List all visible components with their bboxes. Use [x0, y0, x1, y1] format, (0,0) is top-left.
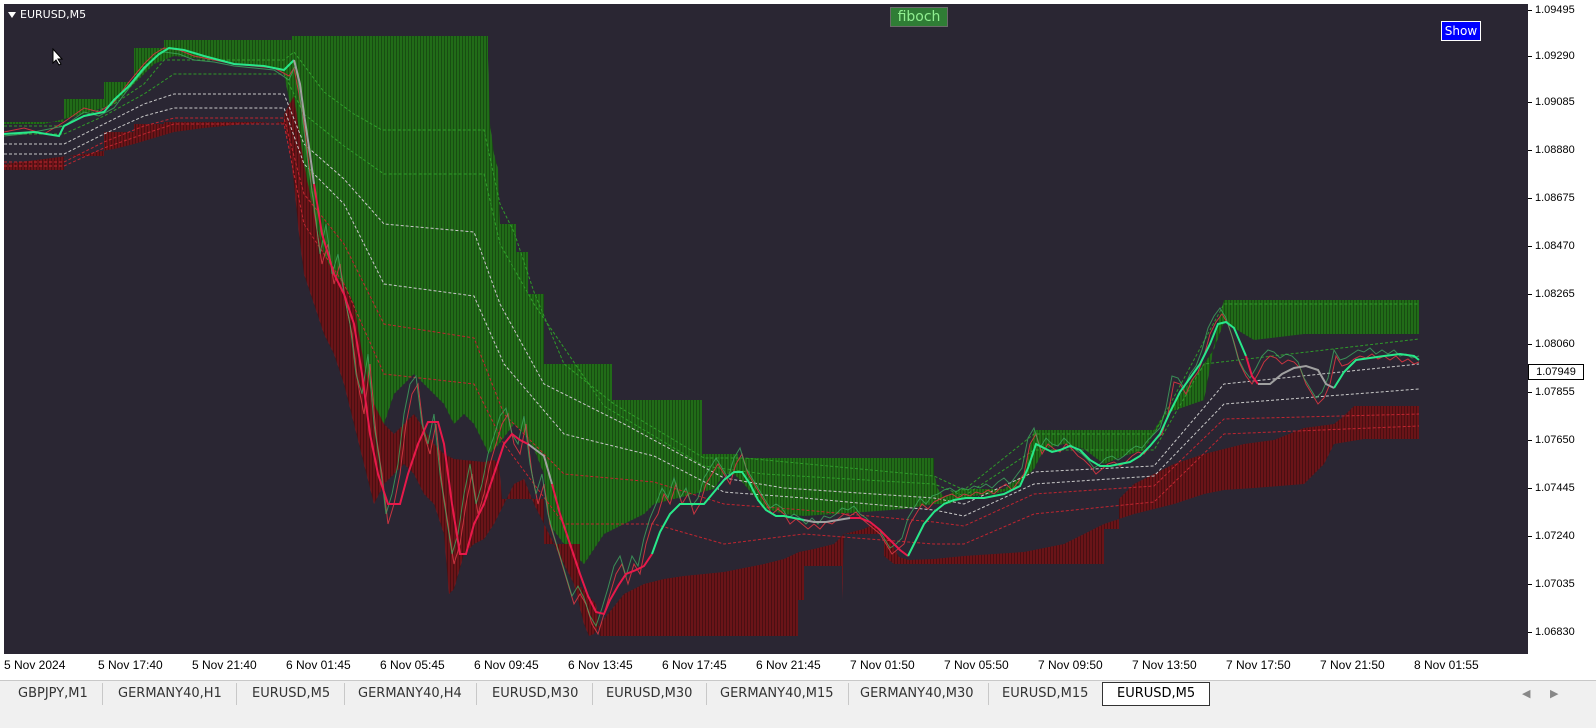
- indicator-label-fiboch: fiboch: [890, 7, 948, 27]
- price-tick: 1.07035: [1528, 578, 1575, 590]
- price-axis[interactable]: 1.09495 1.09290 1.09085 1.08880 1.08675 …: [1528, 4, 1596, 672]
- chart-tab-bar: GBPJPY,M1 GERMANY40,H1 EURUSD,M5 GERMANY…: [0, 680, 1596, 707]
- chevron-down-icon[interactable]: [8, 11, 16, 18]
- time-tick: 7 Nov 01:50: [850, 658, 915, 672]
- time-tick: 5 Nov 17:40: [98, 658, 163, 672]
- chart-tab[interactable]: GERMANY40,M30: [846, 683, 989, 705]
- chart-tab-active[interactable]: EURUSD,M5: [1102, 682, 1211, 706]
- price-tick: 1.08470: [1528, 240, 1575, 252]
- price-tick: 1.09290: [1528, 50, 1575, 62]
- price-chart-area[interactable]: EURUSD,M5 fiboch Show: [4, 4, 1528, 672]
- time-tick: 5 Nov 21:40: [192, 658, 257, 672]
- current-price-label: 1.07949: [1528, 364, 1584, 380]
- time-tick: 7 Nov 17:50: [1226, 658, 1291, 672]
- price-tick: 1.08060: [1528, 338, 1575, 350]
- time-tick: 7 Nov 21:50: [1320, 658, 1385, 672]
- price-tick: 1.07445: [1528, 482, 1575, 494]
- price-tick: 1.09495: [1528, 4, 1575, 16]
- time-tick: 6 Nov 17:45: [662, 658, 727, 672]
- time-tick: 6 Nov 09:45: [474, 658, 539, 672]
- symbol-text: EURUSD,M5: [20, 8, 87, 21]
- time-tick: 6 Nov 13:45: [568, 658, 633, 672]
- price-tick: 1.06830: [1528, 626, 1575, 638]
- chart-tab[interactable]: GBPJPY,M1: [4, 683, 103, 705]
- chart-window[interactable]: EURUSD,M5 fiboch Show 1.09495 1.09290 1.…: [0, 0, 1596, 682]
- price-tick: 1.09085: [1528, 96, 1575, 108]
- chart-tab[interactable]: EURUSD,M15: [988, 683, 1104, 705]
- tab-scroll-right-icon[interactable]: ▶: [1550, 687, 1558, 700]
- time-tick: 7 Nov 13:50: [1132, 658, 1197, 672]
- price-tick: 1.08880: [1528, 144, 1575, 156]
- chart-symbol-label[interactable]: EURUSD,M5: [8, 8, 86, 21]
- chart-tab[interactable]: GERMANY40,H1: [104, 683, 237, 705]
- time-tick: 5 Nov 2024: [4, 658, 66, 672]
- price-tick: 1.07855: [1528, 386, 1575, 398]
- chart-tab[interactable]: GERMANY40,M15: [706, 683, 849, 705]
- chart-tab[interactable]: GERMANY40,H4: [344, 683, 477, 705]
- chart-tab[interactable]: EURUSD,M30: [478, 683, 594, 705]
- time-tick: 6 Nov 05:45: [380, 658, 445, 672]
- time-tick: 7 Nov 05:50: [944, 658, 1009, 672]
- price-chart-svg: [4, 36, 1420, 636]
- price-candles: [4, 47, 1420, 636]
- time-tick: 7 Nov 09:50: [1038, 658, 1103, 672]
- show-button[interactable]: Show: [1441, 21, 1481, 41]
- chart-tab[interactable]: EURUSD,M30: [592, 683, 708, 705]
- price-tick: 1.08675: [1528, 192, 1575, 204]
- time-axis[interactable]: 5 Nov 2024 5 Nov 17:40 5 Nov 21:40 6 Nov…: [0, 654, 1528, 678]
- time-tick: 8 Nov 01:55: [1414, 658, 1479, 672]
- price-tick: 1.07240: [1528, 530, 1575, 542]
- price-tick: 1.08265: [1528, 288, 1575, 300]
- price-tick: 1.07650: [1528, 434, 1575, 446]
- chart-tab[interactable]: EURUSD,M5: [238, 683, 346, 705]
- tab-scroll-left-icon[interactable]: ◀: [1522, 687, 1530, 700]
- time-tick: 6 Nov 01:45: [286, 658, 351, 672]
- time-tick: 6 Nov 21:45: [756, 658, 821, 672]
